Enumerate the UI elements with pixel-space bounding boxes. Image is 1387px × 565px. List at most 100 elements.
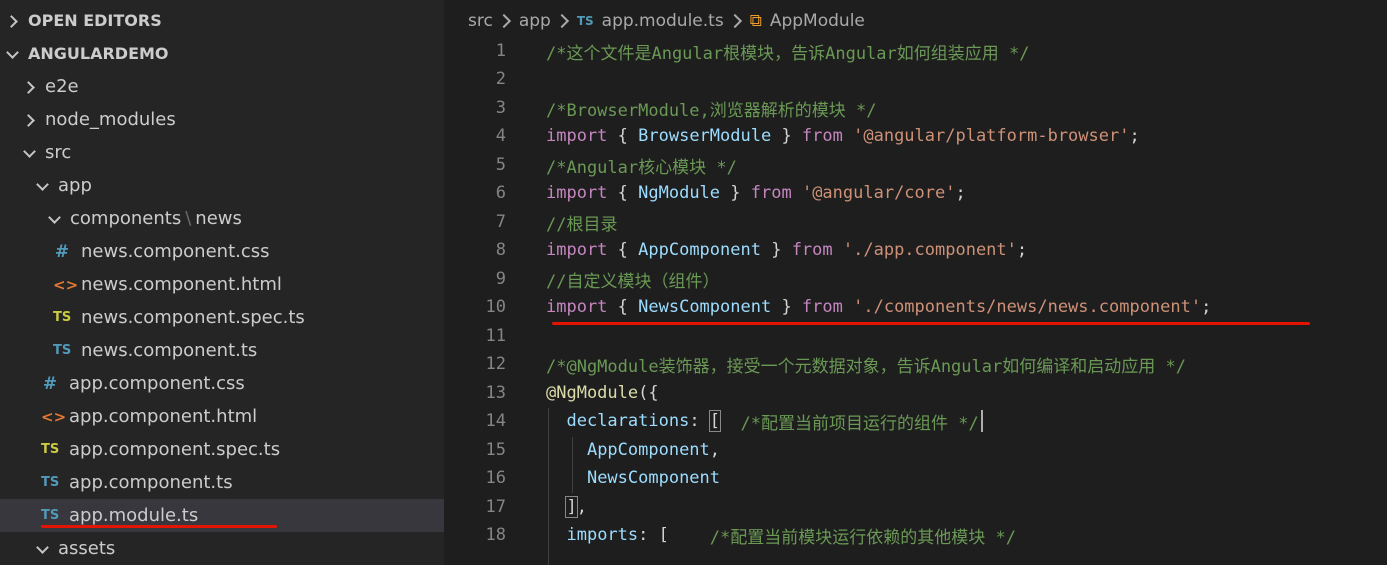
tree-item-news-component-html[interactable]: <> news.component.html xyxy=(0,268,444,301)
ts-file-icon: TS xyxy=(576,14,594,28)
punctuation: { xyxy=(607,297,639,317)
tree-item-label: app.component.ts xyxy=(69,472,233,493)
tree-item-news-component-spec-ts[interactable]: TS news.component.spec.ts xyxy=(0,301,444,334)
explorer-sidebar: OPEN EDITORS ANGULARDEMO e2e node_module… xyxy=(0,0,444,565)
line-number: 2 xyxy=(495,69,506,89)
punctuation: } xyxy=(720,183,751,203)
tree-item-assets[interactable]: assets xyxy=(0,532,444,565)
line-number: 7 xyxy=(495,212,506,232)
code-comment: /*这个文件是Angular根模块，告诉Angular如何组装应用 */ xyxy=(546,43,1030,64)
code-line: 9 //自定义模块（组件） xyxy=(444,265,1387,293)
tree-item-app-component-html[interactable]: <> app.component.html xyxy=(0,400,444,433)
line-number: 6 xyxy=(495,183,506,203)
chevron-down-icon xyxy=(48,213,60,225)
code-comment: /*@NgModule装饰器，接受一个元数据对象，告诉Angular如何编译和启… xyxy=(546,356,1186,377)
code-line: 5 /*Angular核心模块 */ xyxy=(444,151,1387,179)
tree-item-app-component-spec-ts[interactable]: TS app.component.spec.ts xyxy=(0,433,444,466)
tree-item-app[interactable]: app xyxy=(0,169,444,202)
code-line: 2 xyxy=(444,65,1387,93)
punctuation: : [ xyxy=(638,525,710,545)
tree-item-news-component-ts[interactable]: TS news.component.ts xyxy=(0,334,444,367)
code-line: 16 NewsComponent xyxy=(444,464,1387,492)
punctuation: ({ xyxy=(638,383,659,403)
keyword-import: import xyxy=(546,297,608,317)
tree-item-node-modules[interactable]: node_modules xyxy=(0,103,444,136)
string-literal: './app.component' xyxy=(842,240,1017,260)
chevron-right-icon xyxy=(727,13,742,29)
string-literal: '@angular/platform-browser' xyxy=(853,126,1130,146)
line-number: 5 xyxy=(495,155,506,175)
tree-item-label: app.component.spec.ts xyxy=(69,439,281,460)
code-line: 11 xyxy=(444,322,1387,350)
keyword-import: import xyxy=(546,183,608,203)
code-comment: //自定义模块（组件） xyxy=(546,271,720,292)
html-file-icon: <> xyxy=(41,407,67,426)
code-line: 6 import { NgModule } from '@angular/cor… xyxy=(444,179,1387,207)
tree-item-news-component-css[interactable]: # news.component.css xyxy=(0,235,444,268)
html-file-icon: <> xyxy=(53,275,79,294)
breadcrumb-item-file[interactable]: app.module.ts xyxy=(602,11,724,31)
identifier: BrowserModule xyxy=(638,126,772,146)
tree-item-app-component-ts[interactable]: TS app.component.ts xyxy=(0,466,444,499)
line-number: 1 xyxy=(495,41,506,61)
code-comment: //根目录 xyxy=(546,214,618,235)
tree-item-label: app.module.ts xyxy=(69,505,199,526)
code-line: 12 /*@NgModule装饰器，接受一个元数据对象，告诉Angular如何编… xyxy=(444,350,1387,378)
breadcrumb-item-app[interactable]: app xyxy=(519,11,551,31)
keyword-from: from xyxy=(791,240,833,260)
breadcrumb: src app TS app.module.ts ⧉ AppModule xyxy=(468,8,865,34)
tree-item-app-component-css[interactable]: # app.component.css xyxy=(0,367,444,400)
tree-item-src[interactable]: src xyxy=(0,136,444,169)
project-section[interactable]: ANGULARDEMO xyxy=(0,37,444,70)
breadcrumb-item-src[interactable]: src xyxy=(468,11,493,31)
line-number: 16 xyxy=(485,468,506,488)
punctuation: { xyxy=(607,183,639,203)
chevron-down-icon xyxy=(36,180,48,192)
decorator: @NgModule xyxy=(546,383,639,403)
line-number: 13 xyxy=(485,383,506,403)
identifier: NewsComponent xyxy=(638,297,772,317)
tree-item-label: components xyxy=(70,208,182,229)
tree-item-e2e[interactable]: e2e xyxy=(0,70,444,103)
line-number: 18 xyxy=(485,525,506,545)
tree-item-label: app xyxy=(58,175,92,196)
line-number: 11 xyxy=(485,326,506,346)
code-line: 17 ], xyxy=(444,493,1387,521)
chevron-down-icon xyxy=(36,543,48,555)
ts-file-icon: TS xyxy=(41,508,60,523)
punctuation: { xyxy=(607,240,639,260)
punctuation xyxy=(843,297,853,317)
line-number: 9 xyxy=(495,269,506,289)
punctuation xyxy=(843,126,853,146)
code-comment: /*配置当前项目运行的组件 */ xyxy=(740,413,979,434)
tree-item-label: node_modules xyxy=(45,109,176,130)
chevron-right-icon xyxy=(23,81,35,93)
punctuation: : xyxy=(689,411,710,431)
punctuation: } xyxy=(760,240,792,260)
breadcrumb-item-symbol[interactable]: AppModule xyxy=(770,11,865,31)
line-number: 15 xyxy=(485,440,506,460)
code-comment: /*Angular核心模块 */ xyxy=(546,157,737,178)
open-editors-section[interactable]: OPEN EDITORS xyxy=(0,4,444,37)
code-line: 8 import { AppComponent } from './app.co… xyxy=(444,236,1387,264)
punctuation: { xyxy=(607,126,639,146)
tree-item-components-news[interactable]: components \ news xyxy=(0,202,444,235)
tree-item-label: news.component.css xyxy=(81,241,270,262)
keyword-import: import xyxy=(546,240,608,260)
keyword-from: from xyxy=(750,183,792,203)
ts-spec-file-icon: TS xyxy=(53,310,72,325)
punctuation: , xyxy=(709,440,721,460)
tree-item-label: news xyxy=(195,208,242,229)
line-number: 10 xyxy=(485,297,506,317)
tree-item-label: news.component.ts xyxy=(81,340,258,361)
tree-item-label: app.component.css xyxy=(69,373,245,394)
bracket-match: ] xyxy=(565,496,578,518)
code-line: 7 //根目录 xyxy=(444,208,1387,236)
line-number: 12 xyxy=(485,354,506,374)
code-editor[interactable]: src app TS app.module.ts ⧉ AppModule 1 /… xyxy=(444,0,1387,565)
punctuation xyxy=(792,183,802,203)
ts-file-icon: TS xyxy=(41,475,60,490)
line-number: 14 xyxy=(485,411,506,431)
